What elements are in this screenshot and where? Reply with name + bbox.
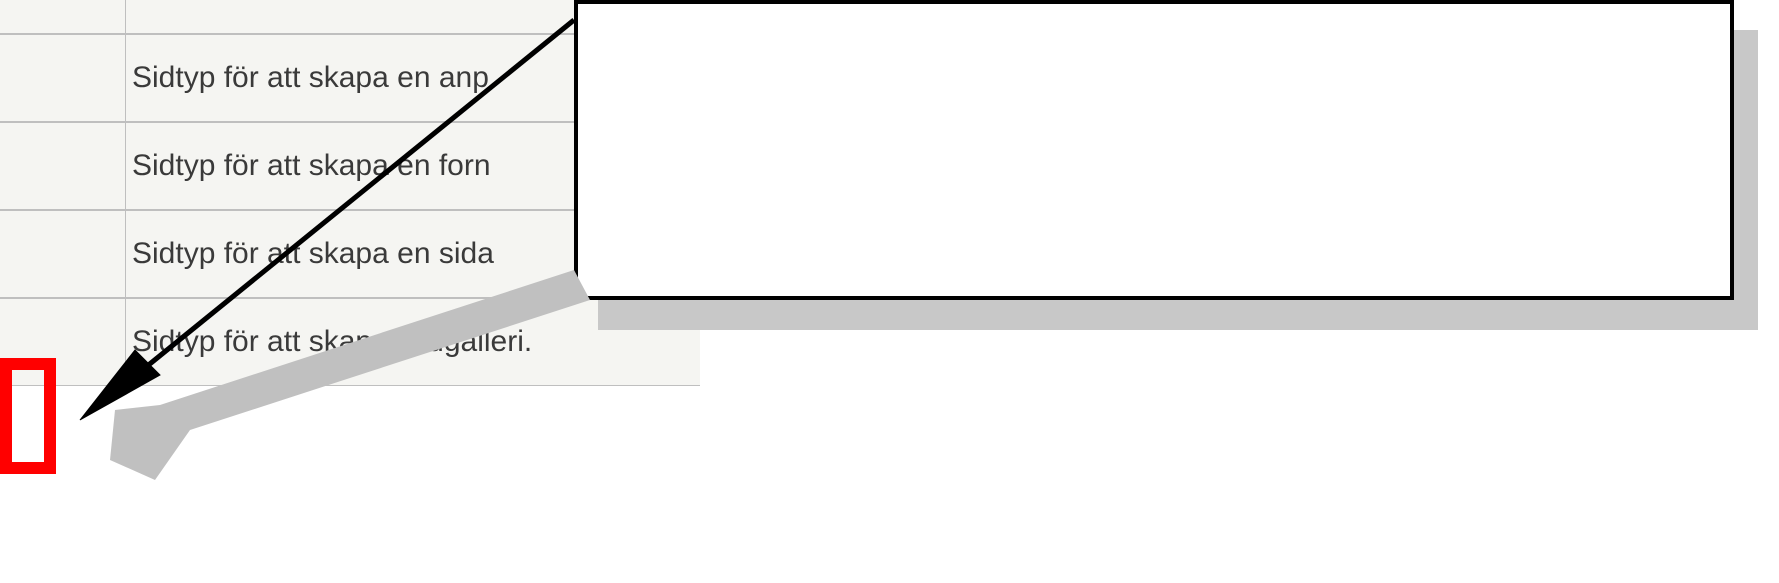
list-row[interactable]: Sidtyp för att skapa bildgalleri. — [0, 298, 700, 386]
row-label: Sidtyp för att skapa en sida — [126, 237, 494, 271]
row-label: Sidtyp för att skapa en anp — [126, 61, 489, 95]
row-label: Sidtyp för att skapa bildgalleri. — [126, 325, 532, 359]
row-left-cell — [0, 0, 126, 33]
row-left-cell — [0, 35, 126, 121]
row-label: Sidtyp för att skapa en forn — [126, 149, 491, 183]
row-left-cell — [0, 211, 126, 297]
row-left-cell — [0, 123, 126, 209]
callout-box — [574, 0, 1734, 300]
highlight-marker — [0, 358, 56, 474]
